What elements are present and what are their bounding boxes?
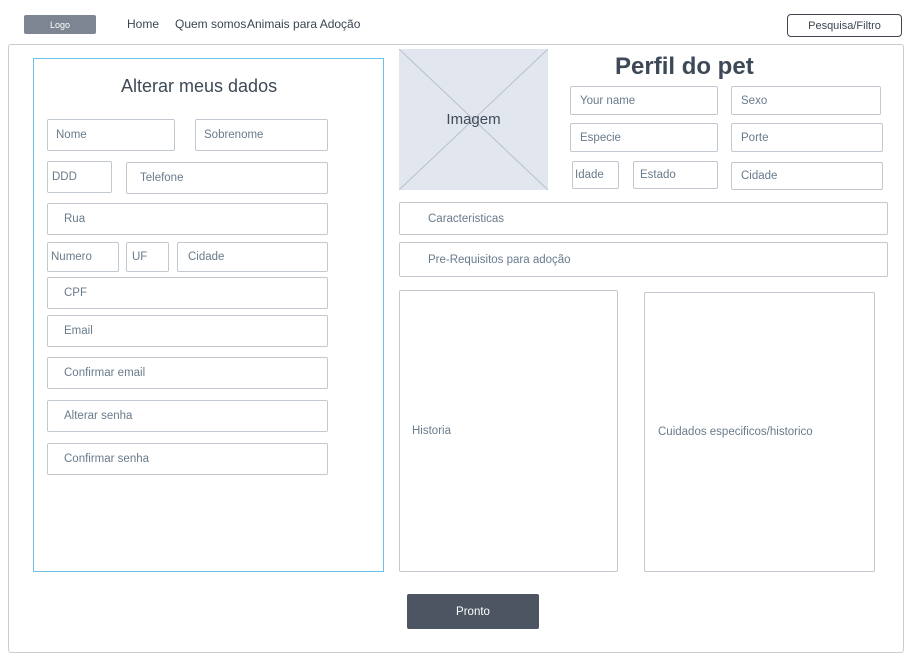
adoption-requirements-field[interactable]: Pre-Requisitos para adoção (399, 242, 888, 277)
characteristics-field[interactable]: Caracteristicas (399, 202, 888, 235)
pet-age-field[interactable]: Idade (572, 161, 619, 189)
city-field[interactable]: Cidade (177, 242, 328, 272)
pet-image-placeholder: Imagem (399, 49, 548, 190)
state-uf-field[interactable]: UF (126, 242, 169, 272)
nav-about-link[interactable]: Quem somos (175, 17, 246, 31)
pet-sex-field[interactable]: Sexo (731, 86, 881, 115)
image-label: Imagem (446, 111, 501, 128)
change-password-field[interactable]: Alterar senha (47, 400, 328, 432)
edit-profile-title: Alterar meus dados (121, 76, 278, 96)
last-name-field[interactable]: Sobrenome (195, 119, 328, 151)
confirm-password-field[interactable]: Confirmar senha (47, 443, 328, 475)
pet-state-field[interactable]: Estado (633, 161, 718, 189)
number-field[interactable]: Numero (47, 242, 119, 272)
pet-profile-title: Perfil do pet (615, 53, 754, 80)
nav-home-link[interactable]: Home (127, 17, 159, 31)
care-history-textarea[interactable]: Cuidados especificos/historico (644, 292, 875, 572)
done-button[interactable]: Pronto (407, 594, 539, 629)
pet-size-field[interactable]: Porte (731, 123, 883, 152)
street-field[interactable]: Rua (47, 203, 328, 235)
area-code-field[interactable]: DDD (47, 161, 112, 193)
phone-field[interactable]: Telefone (126, 162, 328, 194)
logo[interactable]: Logo (24, 15, 96, 34)
pet-species-field[interactable]: Especie (570, 123, 718, 152)
nav-adoption-link[interactable]: Animais para Adoção (247, 17, 360, 31)
confirm-email-field[interactable]: Confirmar email (47, 357, 328, 389)
first-name-field[interactable]: Nome (47, 119, 175, 151)
history-textarea[interactable]: Historia (399, 290, 618, 572)
cpf-field[interactable]: CPF (47, 277, 328, 309)
search-filter-button[interactable]: Pesquisa/Filtro (787, 14, 902, 37)
pet-name-field[interactable]: Your name (570, 86, 718, 115)
email-field[interactable]: Email (47, 315, 328, 347)
pet-city-field[interactable]: Cidade (731, 162, 883, 190)
